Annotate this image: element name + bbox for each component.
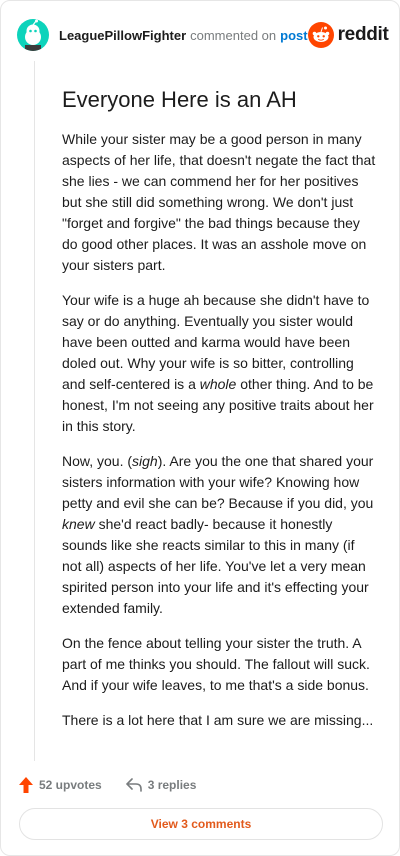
username[interactable]: LeaguePillowFighter [59,28,186,43]
reddit-brand[interactable]: reddit [307,22,389,48]
paragraph-3-text-a: Now, you. ( [62,453,133,469]
paragraph-3-text-c: she'd react badly- because it honestly s… [62,516,369,616]
comment-header: LeaguePillowFighter commented on post re… [17,17,389,53]
brand-wordmark: reddit [337,24,389,45]
paragraph-5: There is a lot here that I am sure we ar… [62,712,374,728]
comment-card: LeaguePillowFighter commented on post re… [0,0,400,856]
post-link[interactable]: post [280,28,307,43]
replies-button[interactable]: 3 replies [125,778,197,792]
comment-footer: 52 upvotes 3 replies [19,773,220,797]
reply-arrow-icon [125,778,142,792]
paragraph-1: While your sister may be a good person i… [62,131,376,273]
paragraph-4: On the fence about telling your sister t… [62,635,370,693]
upvote-button[interactable]: 52 upvotes [19,777,102,793]
paragraph-3: Now, you. (sigh). Are you the one that s… [62,451,377,619]
paragraph-2-emphasis: whole [199,376,237,392]
comment-body: Everyone Here is an AH While your sister… [62,85,377,745]
view-comments-button[interactable]: View 3 comments [19,808,383,840]
paragraph-3-emphasis-sigh: sigh [132,453,158,469]
avatar-snoo-icon [25,19,41,51]
reply-count: 3 replies [147,778,197,792]
upvote-count: 52 upvotes [39,778,102,792]
comment-meta: commented on [190,27,277,43]
thread-line [34,61,35,761]
paragraph-3-emphasis-knew: knew [62,516,95,532]
reddit-logo-icon [307,22,334,48]
upvote-arrow-icon [19,777,33,793]
avatar[interactable] [17,19,49,51]
comment-title: Everyone Here is an AH [62,87,297,112]
paragraph-2: Your wife is a huge ah because she didn'… [62,290,377,437]
